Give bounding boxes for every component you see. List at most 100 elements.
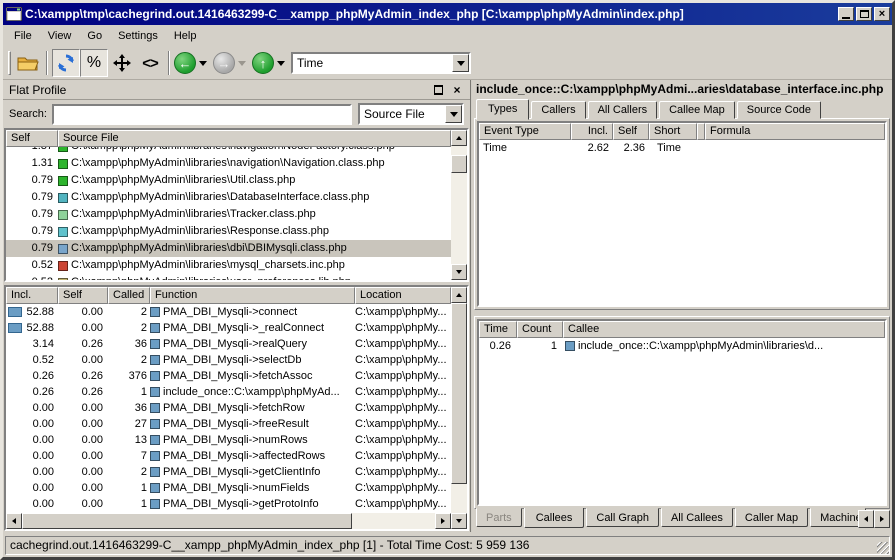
tab-source-code[interactable]: Source Code — [737, 101, 821, 119]
scroll-thumb[interactable] — [451, 303, 467, 484]
tab-callers[interactable]: Callers — [531, 101, 585, 119]
column-header-short[interactable]: Short — [649, 123, 697, 140]
open-file-button[interactable] — [14, 49, 42, 77]
source-file-row[interactable]: 0.52C:\xampp\phpMyAdmin\libraries\user_p… — [6, 274, 451, 280]
column-header-time[interactable]: Time — [479, 321, 517, 338]
tab-call-graph[interactable]: Call Graph — [586, 508, 659, 527]
called-count-value: 7 — [108, 448, 150, 464]
maximize-button[interactable] — [856, 7, 872, 21]
location-value: C:\xampp\phpMy... — [355, 368, 451, 384]
relative-cost-button[interactable]: <> — [136, 49, 164, 77]
column-header-location[interactable]: Location — [355, 287, 451, 304]
scroll-up-button[interactable] — [451, 130, 467, 146]
function-row[interactable]: 0.000.0027PMA_DBI_Mysqli->freeResultC:\x… — [6, 416, 451, 432]
callee-row[interactable]: 0.261include_once::C:\xampp\phpMyAdmin\l… — [479, 338, 885, 354]
up-dropdown-arrow[interactable] — [277, 61, 285, 66]
grouping-combobox[interactable]: Source File — [358, 103, 464, 125]
function-row[interactable]: 0.000.001PMA_DBI_Mysqli->numFieldsC:\xam… — [6, 480, 451, 496]
tabs-scroll-right-button[interactable] — [874, 510, 890, 528]
source-file-row[interactable]: 0.52C:\xampp\phpMyAdmin\libraries\mysql_… — [6, 257, 451, 274]
column-header-called[interactable]: Called — [108, 287, 150, 304]
function-row[interactable]: 52.880.002PMA_DBI_Mysqli->connectC:\xamp… — [6, 304, 451, 320]
called-count-value: 2 — [108, 320, 150, 336]
flat-profile-titlebar[interactable]: Flat Profile × — [3, 80, 470, 100]
scroll-thumb[interactable] — [451, 155, 467, 173]
expand-areas-button[interactable] — [108, 49, 136, 77]
function-row[interactable]: 0.520.002PMA_DBI_Mysqli->selectDbC:\xamp… — [6, 352, 451, 368]
column-header-callee[interactable]: Callee — [563, 321, 885, 338]
column-header-incl[interactable]: Incl. — [571, 123, 613, 140]
menu-help[interactable]: Help — [167, 28, 204, 44]
tab-all-callers[interactable]: All Callers — [588, 101, 658, 119]
scroll-down-button[interactable] — [451, 264, 467, 280]
search-input[interactable] — [52, 104, 352, 125]
source-file-row[interactable]: 1.31C:\xampp\phpMyAdmin\libraries\naviga… — [6, 155, 451, 172]
called-count-value: 2 — [108, 352, 150, 368]
function-row[interactable]: 0.260.261include_once::C:\xampp\phpMyAd.… — [6, 384, 451, 400]
toolbar-handle[interactable] — [8, 51, 11, 75]
tab-caller-map[interactable]: Caller Map — [735, 508, 808, 527]
source-file-row[interactable]: 0.79C:\xampp\phpMyAdmin\libraries\Databa… — [6, 189, 451, 206]
resize-grip[interactable] — [877, 542, 889, 554]
column-header-function[interactable]: Function — [150, 287, 355, 304]
column-header-incl[interactable]: Incl. — [6, 287, 58, 304]
cycle-detection-button[interactable] — [52, 49, 80, 77]
function-row[interactable]: 0.000.002PMA_DBI_Mysqli->getClientInfoC:… — [6, 464, 451, 480]
back-dropdown-arrow[interactable] — [199, 61, 207, 66]
scroll-down-button[interactable] — [451, 513, 467, 529]
column-header-formula[interactable]: Formula — [705, 123, 885, 140]
self-cost-value: 0.00 — [58, 400, 108, 416]
column-header-self[interactable]: Self — [6, 130, 58, 147]
incl-cost-cell: 52.88 — [6, 304, 58, 320]
toolbar-separator — [46, 51, 48, 75]
function-row[interactable]: 0.000.0013PMA_DBI_Mysqli->numRowsC:\xamp… — [6, 432, 451, 448]
column-header-count[interactable]: Count — [517, 321, 563, 338]
called-count-value: 36 — [108, 336, 150, 352]
tab-callee-map[interactable]: Callee Map — [659, 101, 735, 119]
up-button[interactable]: ↑ — [252, 52, 274, 74]
function-row[interactable]: 52.880.002PMA_DBI_Mysqli->_realConnectC:… — [6, 320, 451, 336]
source-file-row[interactable]: 0.79C:\xampp\phpMyAdmin\libraries\Respon… — [6, 223, 451, 240]
tab-callees[interactable]: Callees — [524, 508, 585, 528]
menu-settings[interactable]: Settings — [111, 28, 165, 44]
source-list-vscrollbar[interactable] — [451, 130, 467, 280]
scroll-right-button[interactable] — [435, 513, 451, 529]
function-list-hscrollbar[interactable] — [6, 513, 451, 529]
minimize-button[interactable] — [838, 7, 854, 21]
close-button[interactable]: × — [874, 7, 890, 21]
menu-view[interactable]: View — [41, 28, 79, 44]
tab-all-callees[interactable]: All Callees — [661, 508, 733, 527]
column-header-self[interactable]: Self — [58, 287, 108, 304]
menu-file[interactable]: File — [7, 28, 39, 44]
dock-close-button[interactable]: × — [450, 83, 464, 96]
scroll-thumb[interactable] — [22, 513, 352, 529]
scroll-left-button[interactable] — [6, 513, 22, 529]
column-header-source-file[interactable]: Source File — [58, 130, 451, 147]
column-header-self[interactable]: Self — [613, 123, 649, 140]
function-row[interactable]: 0.000.007PMA_DBI_Mysqli->affectedRowsC:\… — [6, 448, 451, 464]
column-header-event-type[interactable]: Event Type — [479, 123, 571, 140]
function-row[interactable]: 3.140.2636PMA_DBI_Mysqli->realQueryC:\xa… — [6, 336, 451, 352]
back-button[interactable]: ← — [174, 52, 196, 74]
event-type-row[interactable]: Time2.622.36Time — [479, 140, 885, 156]
source-file-row[interactable]: 0.79C:\xampp\phpMyAdmin\libraries\Tracke… — [6, 206, 451, 223]
source-file-row[interactable]: 1.37C:\xampp\phpMyAdmin\libraries\naviga… — [6, 147, 451, 155]
dock-float-button[interactable] — [431, 83, 445, 96]
source-file-row[interactable]: 0.79C:\xampp\phpMyAdmin\libraries\dbi\DB… — [6, 240, 451, 257]
menu-go[interactable]: Go — [80, 28, 109, 44]
function-row[interactable]: 0.000.001PMA_DBI_Mysqli->getProtoInfoC:\… — [6, 496, 451, 512]
function-list-vscrollbar[interactable] — [451, 287, 467, 529]
source-file-row[interactable]: 0.79C:\xampp\phpMyAdmin\libraries\Util.c… — [6, 172, 451, 189]
event-type-dropdown-button[interactable] — [452, 54, 469, 72]
scroll-up-button[interactable] — [451, 287, 467, 303]
tabs-scroll-left-button[interactable] — [858, 510, 874, 528]
percent-toggle-button[interactable]: % — [80, 49, 108, 77]
function-row[interactable]: 0.000.0036PMA_DBI_Mysqli->fetchRowC:\xam… — [6, 400, 451, 416]
incl-cost-value: 52.88 — [22, 304, 54, 320]
tab-types[interactable]: Types — [476, 99, 529, 120]
grouping-dropdown-button[interactable] — [445, 105, 462, 123]
event-type-combobox[interactable]: Time — [291, 52, 471, 74]
title-bar[interactable]: C:\xampp\tmp\cachegrind.out.1416463299-C… — [3, 3, 892, 25]
function-row[interactable]: 0.260.26376PMA_DBI_Mysqli->fetchAssocC:\… — [6, 368, 451, 384]
cost-color-chip — [58, 261, 68, 271]
